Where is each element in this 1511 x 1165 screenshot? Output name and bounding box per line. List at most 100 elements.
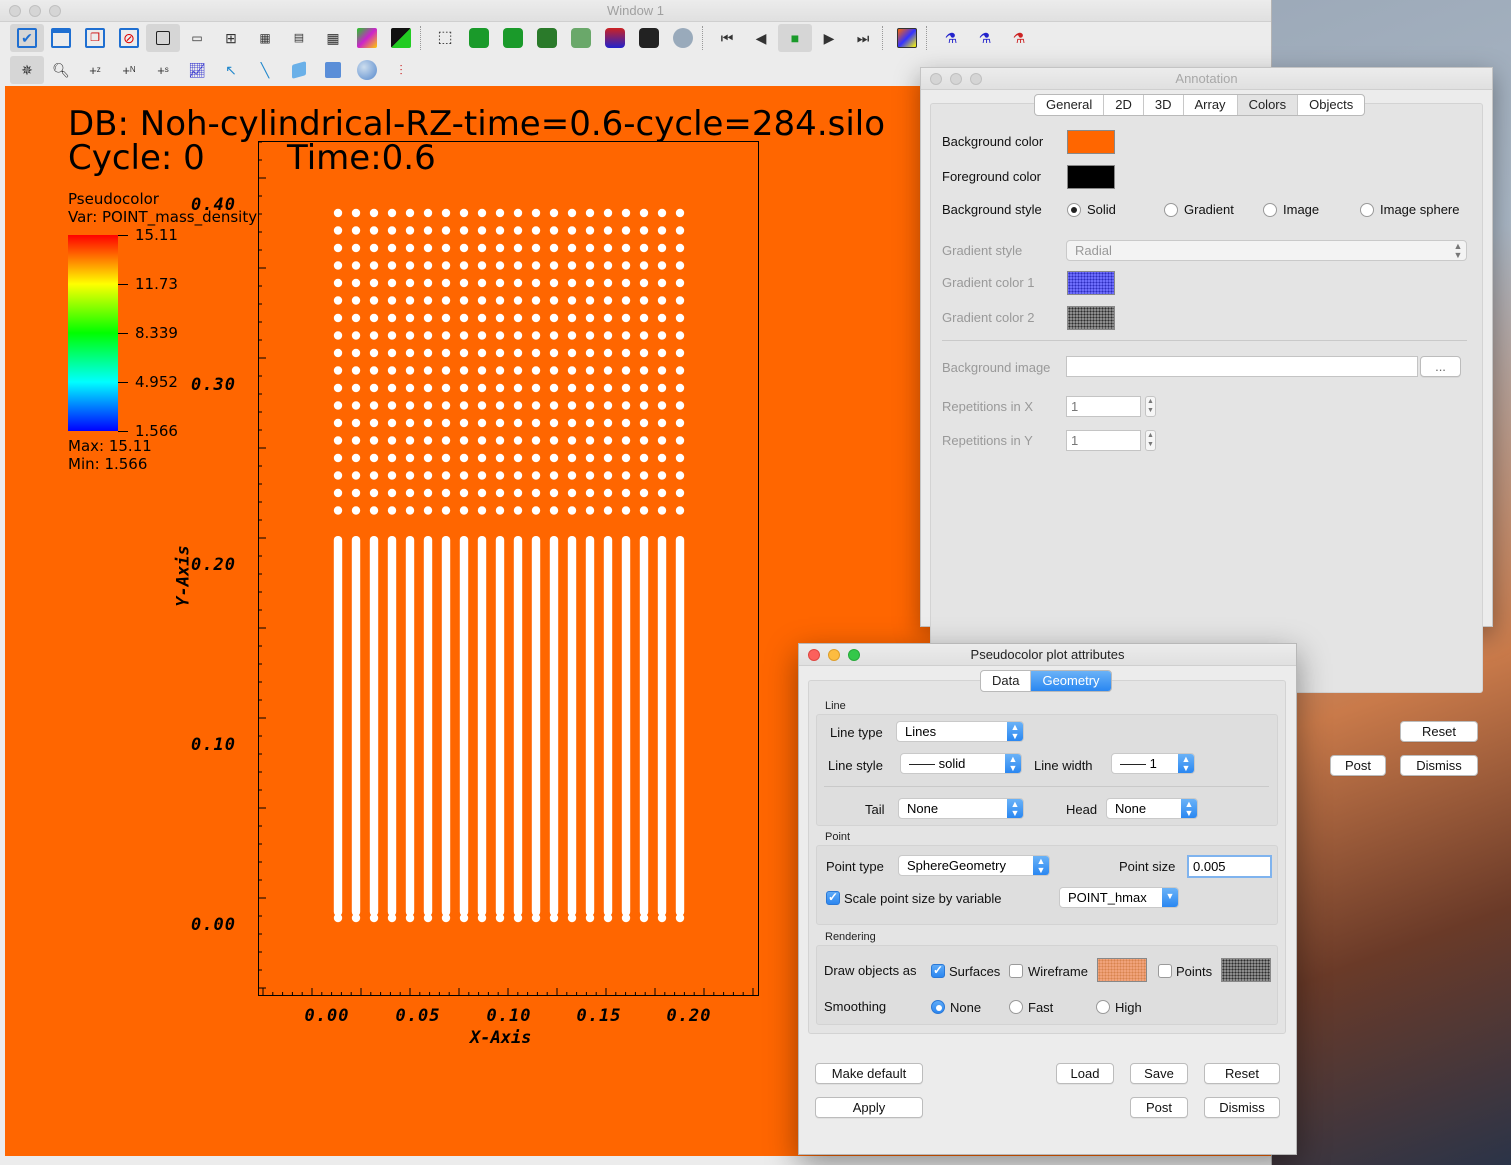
zone-pick-icon[interactable]: + z — [78, 56, 112, 84]
tab-geometry[interactable]: Geometry — [1031, 671, 1111, 691]
node-pick-icon[interactable]: + N — [112, 56, 146, 84]
background-color-swatch[interactable] — [1067, 130, 1115, 154]
repetitions-y-input[interactable]: 1 — [1066, 430, 1141, 451]
layout-1x2-icon[interactable]: ▭ — [180, 24, 214, 52]
radio-solid[interactable] — [1067, 203, 1081, 217]
dismiss-button[interactable]: Dismiss — [1400, 755, 1478, 776]
repetitions-x-input[interactable]: 1 — [1066, 396, 1141, 417]
window-controls[interactable] — [930, 73, 982, 85]
repetitions-x-stepper[interactable]: ▲ ▼ — [1145, 396, 1156, 417]
sliders-icon[interactable]: ⫶ — [384, 56, 418, 84]
spinner3-icon[interactable]: ⚗ — [1002, 24, 1036, 52]
zoom-button[interactable] — [970, 73, 982, 85]
radio-image-sphere[interactable] — [1360, 203, 1374, 217]
scale-point-size-checkbox[interactable] — [826, 890, 840, 905]
layout-3x3-icon[interactable]: ▦ — [316, 24, 350, 52]
camera-3-icon[interactable] — [530, 24, 564, 52]
scale-variable-select[interactable]: POINT_hmax ▼ — [1059, 887, 1179, 908]
perspective-box-icon[interactable]: ⬚ — [428, 24, 462, 52]
surfaces-checkbox[interactable] — [931, 963, 945, 978]
tab-array[interactable]: Array — [1184, 95, 1238, 115]
spinner2-icon[interactable]: ⚗ — [968, 24, 1002, 52]
pick-arrow-icon[interactable]: ↖ — [214, 56, 248, 84]
gradient-color1-swatch[interactable] — [1067, 271, 1115, 295]
last-frame-icon[interactable]: ⏭ — [846, 24, 880, 52]
lineout-icon[interactable]: 📈︎ — [180, 56, 214, 84]
smoothing-high-radio[interactable] — [1096, 1000, 1110, 1014]
repetitions-y-stepper[interactable]: ▲ ▼ — [1145, 430, 1156, 451]
head-select[interactable]: None ▲ ▼ — [1106, 798, 1198, 819]
stop-icon[interactable]: ■ — [778, 24, 812, 52]
gradient-style-select[interactable]: Radial ▲ ▼ — [1066, 240, 1467, 261]
points-checkbox[interactable] — [1158, 964, 1172, 978]
reset-button[interactable]: Reset — [1204, 1063, 1280, 1084]
zoom-button[interactable] — [49, 5, 61, 17]
background-image-input[interactable] — [1066, 356, 1418, 377]
new-window-icon[interactable] — [44, 24, 78, 52]
minimize-button[interactable] — [29, 5, 41, 17]
tab-2d[interactable]: 2D — [1104, 95, 1144, 115]
camera-6-icon[interactable] — [632, 24, 666, 52]
minimize-button[interactable] — [950, 73, 962, 85]
reset-button[interactable]: Reset — [1400, 721, 1478, 742]
camera-5-icon[interactable] — [598, 24, 632, 52]
make-default-button[interactable]: Make default — [815, 1063, 923, 1084]
clone-window-icon[interactable]: ❐ — [78, 24, 112, 52]
navigate-icon[interactable]: ✵ — [10, 56, 44, 84]
layout-2x4-icon[interactable]: ▤ — [282, 24, 316, 52]
plane-icon[interactable] — [282, 56, 316, 84]
line-type-select[interactable]: Lines ▲ ▼ — [896, 721, 1024, 742]
point-type-select[interactable]: SphereGeometry ▲ ▼ — [898, 855, 1050, 876]
smoothing-fast-radio[interactable] — [1009, 1000, 1023, 1014]
lock-icon[interactable] — [384, 24, 418, 52]
spreadsheet-pick-icon[interactable]: + s — [146, 56, 180, 84]
wireframe-checkbox[interactable] — [1009, 964, 1023, 978]
delete-window-icon[interactable]: ⊘ — [112, 24, 146, 52]
window-controls[interactable] — [808, 649, 860, 661]
minimize-button[interactable] — [828, 649, 840, 661]
sphere-icon[interactable] — [350, 56, 384, 84]
close-button[interactable] — [930, 73, 942, 85]
layout-2x3-icon[interactable]: ▦ — [248, 24, 282, 52]
surface-color-swatch[interactable] — [1097, 958, 1147, 982]
layout-1x1-icon[interactable] — [146, 24, 180, 52]
camera-2-icon[interactable] — [496, 24, 530, 52]
window-controls[interactable] — [9, 5, 61, 17]
color-cube-icon[interactable] — [350, 24, 384, 52]
zoom-icon[interactable]: 🔍︎ — [44, 56, 78, 84]
close-button[interactable] — [9, 5, 21, 17]
camera-4-icon[interactable] — [564, 24, 598, 52]
smoothing-none-radio[interactable] — [931, 1000, 945, 1014]
line-style-select[interactable]: —— solid ▲ ▼ — [900, 753, 1022, 774]
tail-select[interactable]: None ▲ ▼ — [898, 798, 1024, 819]
tab-colors[interactable]: Colors — [1237, 95, 1299, 115]
load-button[interactable]: Load — [1056, 1063, 1114, 1084]
prev-frame-icon[interactable]: ◀ — [744, 24, 778, 52]
points-color-swatch[interactable] — [1221, 958, 1271, 982]
tab-general[interactable]: General — [1035, 95, 1105, 115]
post-button[interactable]: Post — [1330, 755, 1386, 776]
save-button[interactable]: Save — [1130, 1063, 1188, 1084]
spinner-icon[interactable]: ⚗ — [934, 24, 968, 52]
radio-image[interactable] — [1263, 203, 1277, 217]
check-doc-icon[interactable]: ✔ — [10, 24, 44, 52]
globe-icon[interactable] — [666, 24, 700, 52]
image-icon[interactable] — [890, 24, 924, 52]
post-button[interactable]: Post — [1130, 1097, 1188, 1118]
apply-button[interactable]: Apply — [815, 1097, 923, 1118]
foreground-color-swatch[interactable] — [1067, 165, 1115, 189]
layout-2x2-icon[interactable]: ⊞ — [214, 24, 248, 52]
first-frame-icon[interactable]: ⏮ — [710, 24, 744, 52]
tab-3d[interactable]: 3D — [1144, 95, 1184, 115]
gradient-color2-swatch[interactable] — [1067, 306, 1115, 330]
zoom-button[interactable] — [848, 649, 860, 661]
line-icon[interactable]: ╲ — [248, 56, 282, 84]
box-icon[interactable] — [316, 56, 350, 84]
play-icon[interactable]: ▶ — [812, 24, 846, 52]
dismiss-button[interactable]: Dismiss — [1204, 1097, 1280, 1118]
camera-1-icon[interactable] — [462, 24, 496, 52]
close-button[interactable] — [808, 649, 820, 661]
tab-objects[interactable]: Objects — [1298, 95, 1364, 115]
browse-button[interactable]: ... — [1420, 356, 1461, 377]
tab-data[interactable]: Data — [981, 671, 1032, 691]
